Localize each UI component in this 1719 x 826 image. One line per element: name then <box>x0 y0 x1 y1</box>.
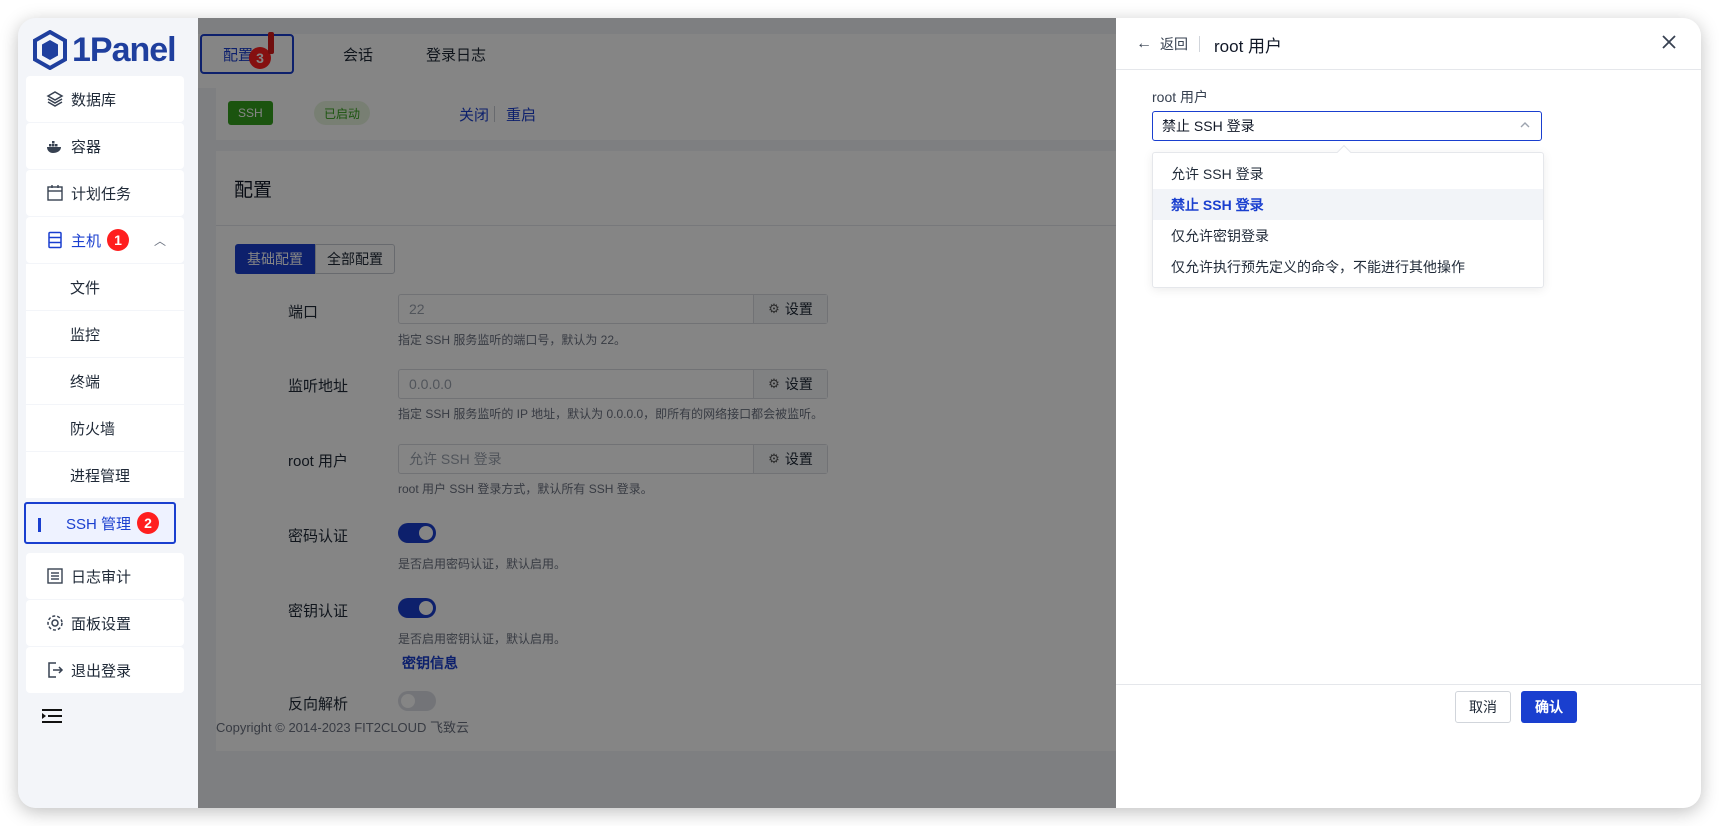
option-forced-commands[interactable]: 仅允许执行预先定义的命令，不能进行其他操作 <box>1153 251 1543 282</box>
drawer-title: root 用户 <box>1214 37 1283 56</box>
sidebar-item-terminal[interactable]: 终端 <box>26 358 184 404</box>
chevron-up-icon: ︿ <box>153 233 166 248</box>
sidebar-item-audit-log[interactable]: 日志审计 <box>26 553 184 599</box>
collapse-menu-icon[interactable] <box>42 708 62 724</box>
confirm-button[interactable]: 确认 <box>1521 691 1577 723</box>
cancel-button[interactable]: 取消 <box>1455 691 1511 723</box>
sidebar-item-label: SSH 管理 <box>66 515 132 533</box>
logo-hex-icon <box>33 30 67 70</box>
log-icon <box>46 567 64 585</box>
sidebar: 1Panel 数据库 容器 计划任务 主机 1 ︿ 文件 监控 终端 防火墙 进… <box>18 18 198 808</box>
app-window: 1Panel 数据库 容器 计划任务 主机 1 ︿ 文件 监控 终端 防火墙 进… <box>18 18 1701 808</box>
sidebar-item-label: 计划任务 <box>71 185 132 203</box>
database-icon <box>46 90 64 108</box>
step-badge: 2 <box>137 512 160 534</box>
sidebar-item-label: 数据库 <box>71 91 117 109</box>
select-value: 禁止 SSH 登录 <box>1162 118 1255 134</box>
dropdown-arrow <box>1336 144 1352 160</box>
sidebar-item-cron[interactable]: 计划任务 <box>26 170 184 216</box>
divider <box>1116 684 1701 685</box>
sidebar-item-label: 主机 <box>71 232 102 250</box>
step-badge: 1 <box>107 229 130 251</box>
sidebar-item-label: 容器 <box>71 138 102 156</box>
divider <box>1199 36 1200 52</box>
sidebar-item-container[interactable]: 容器 <box>26 123 184 169</box>
server-icon <box>46 231 64 249</box>
option-allow-ssh[interactable]: 允许 SSH 登录 <box>1153 158 1543 189</box>
sidebar-item-panel-settings[interactable]: 面板设置 <box>26 600 184 646</box>
option-key-only[interactable]: 仅允许密钥登录 <box>1153 220 1543 251</box>
sidebar-item-firewall[interactable]: 防火墙 <box>26 405 184 451</box>
sidebar-item-label: 日志审计 <box>71 568 132 586</box>
sidebar-item-label: 退出登录 <box>71 662 132 680</box>
root-login-select[interactable]: 禁止 SSH 登录 <box>1152 111 1542 141</box>
app-logo: 1Panel <box>32 26 177 74</box>
calendar-icon <box>46 184 64 202</box>
back-label: 返回 <box>1160 36 1188 52</box>
option-deny-ssh[interactable]: 禁止 SSH 登录 <box>1153 189 1543 220</box>
gear-icon <box>46 614 64 632</box>
chevron-up-icon <box>1520 122 1530 128</box>
sidebar-item-database[interactable]: 数据库 <box>26 76 184 122</box>
drawer-header: ← 返回 root 用户 <box>1116 18 1701 70</box>
sidebar-item-logout[interactable]: 退出登录 <box>26 647 184 693</box>
select-dropdown: 允许 SSH 登录 禁止 SSH 登录 仅允许密钥登录 仅允许执行预先定义的命令… <box>1152 144 1544 288</box>
sidebar-item-label: 面板设置 <box>71 615 132 633</box>
root-user-field-label: root 用户 <box>1152 89 1209 105</box>
sidebar-item-monitor[interactable]: 监控 <box>26 311 184 357</box>
root-user-drawer: ← 返回 root 用户 root 用户 禁止 SSH 登录 允许 SSH 登录… <box>1116 18 1701 808</box>
sidebar-item-files[interactable]: 文件 <box>26 264 184 310</box>
sidebar-item-process[interactable]: 进程管理 <box>26 452 184 498</box>
close-icon[interactable] <box>1659 32 1679 52</box>
active-indicator <box>38 518 41 532</box>
sidebar-item-ssh[interactable]: SSH 管理 2 <box>24 502 176 544</box>
logout-icon <box>46 661 64 679</box>
arrow-left-icon: ← <box>1136 35 1152 52</box>
back-button[interactable]: ← 返回 <box>1136 34 1188 54</box>
sidebar-item-host[interactable]: 主机 1 ︿ <box>26 217 184 263</box>
logo-text: 1Panel <box>72 30 177 69</box>
docker-icon <box>46 137 64 155</box>
